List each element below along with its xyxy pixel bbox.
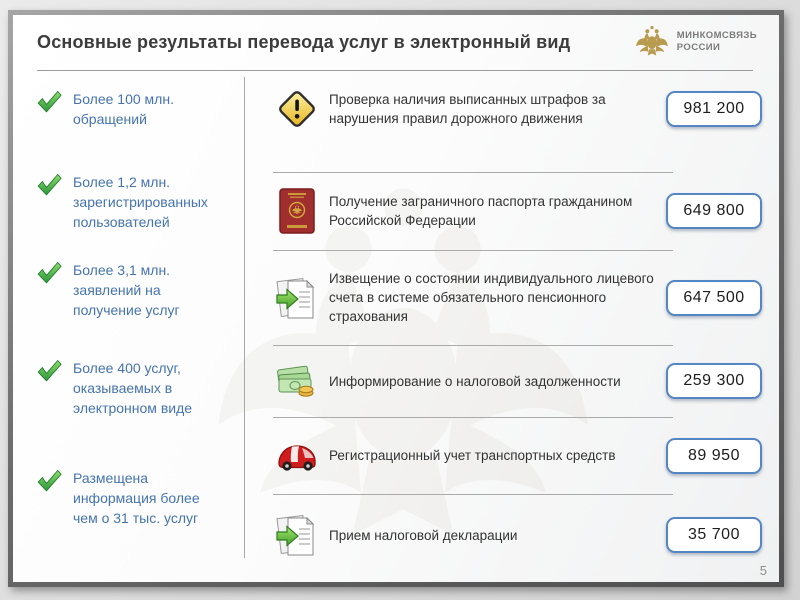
- page-title: Основные результаты перевода услуг в эле…: [37, 32, 571, 52]
- service-count-badge: 89 950: [666, 437, 762, 474]
- service-label: Информирование о налоговой задолженности: [329, 373, 621, 389]
- achievement-text: Более 1,2 млн. зарегистрированных пользо…: [73, 174, 208, 230]
- document-arrow-icon: [273, 273, 321, 323]
- achievement-text: Более 400 услуг, оказываемых в электронн…: [73, 360, 193, 416]
- checkmark-icon: [37, 261, 62, 284]
- service-count-badge: 647 500: [666, 279, 762, 316]
- service-count-badge: 649 800: [666, 193, 762, 229]
- ministry-logo: МИНКОМСВЯЗЬ РОССИИ: [634, 23, 757, 61]
- ministry-emblem-icon: [634, 23, 670, 61]
- achievement-item: Более 400 услуг, оказываемых в электронн…: [35, 358, 228, 418]
- service-label: Регистрационный учет транспортных средст…: [329, 448, 616, 463]
- page-number: 5: [759, 563, 767, 578]
- ministry-logo-line2: РОССИИ: [676, 42, 721, 53]
- achievement-text: Более 100 млн. обращений: [73, 91, 174, 127]
- checkmark-icon: [37, 359, 62, 382]
- service-label: Прием налоговой декларации: [329, 527, 518, 543]
- achievement-text: Размещена информация более чем о 31 тыс.…: [73, 470, 200, 526]
- money-icon: [273, 362, 321, 400]
- service-label: Извещение о состоянии индивидуального ли…: [329, 271, 654, 324]
- checkmark-icon: [37, 469, 62, 492]
- passport-icon: [273, 188, 321, 234]
- service-row: Регистрационный учет транспортных средст…: [259, 417, 768, 494]
- service-count-badge: 259 300: [666, 363, 762, 399]
- service-row: Проверка наличия выписанных штрафов за н…: [259, 83, 768, 135]
- services-list: Проверка наличия выписанных штрафов за н…: [259, 67, 768, 567]
- checkmark-icon: [37, 173, 62, 196]
- achievement-text: Более 3,1 млн. заявлений на получение ус…: [73, 262, 180, 318]
- service-count-badge: 981 200: [666, 91, 762, 127]
- service-row: Извещение о состоянии индивидуального ли…: [259, 250, 768, 345]
- achievement-item: Более 1,2 млн. зарегистрированных пользо…: [35, 172, 228, 232]
- achievement-item: Более 100 млн. обращений: [35, 89, 228, 129]
- service-row: Прием налоговой декларации 35 700: [259, 494, 768, 576]
- service-count-badge: 35 700: [666, 517, 762, 553]
- slide: Основные результаты перевода услуг в эле…: [13, 15, 779, 582]
- service-label: Получение заграничного паспорта граждани…: [329, 194, 633, 228]
- slide-frame: Основные результаты перевода услуг в эле…: [8, 10, 784, 587]
- car-icon: [273, 439, 321, 473]
- service-row: Информирование о налоговой задолженности…: [259, 345, 768, 417]
- achievement-item: Более 3,1 млн. заявлений на получение ус…: [35, 260, 228, 320]
- column-divider: [244, 77, 245, 558]
- checkmark-icon: [37, 90, 62, 113]
- service-row: Получение заграничного паспорта граждани…: [259, 172, 768, 250]
- traffic-fine-warning-icon: [273, 88, 321, 130]
- achievement-item: Размещена информация более чем о 31 тыс.…: [35, 468, 228, 528]
- document-arrow-icon: [273, 510, 321, 560]
- ministry-logo-text: МИНКОМСВЯЗЬ РОССИИ: [677, 30, 757, 54]
- service-label: Проверка наличия выписанных штрафов за н…: [329, 92, 606, 126]
- ministry-logo-line1: МИНКОМСВЯЗЬ: [676, 30, 757, 41]
